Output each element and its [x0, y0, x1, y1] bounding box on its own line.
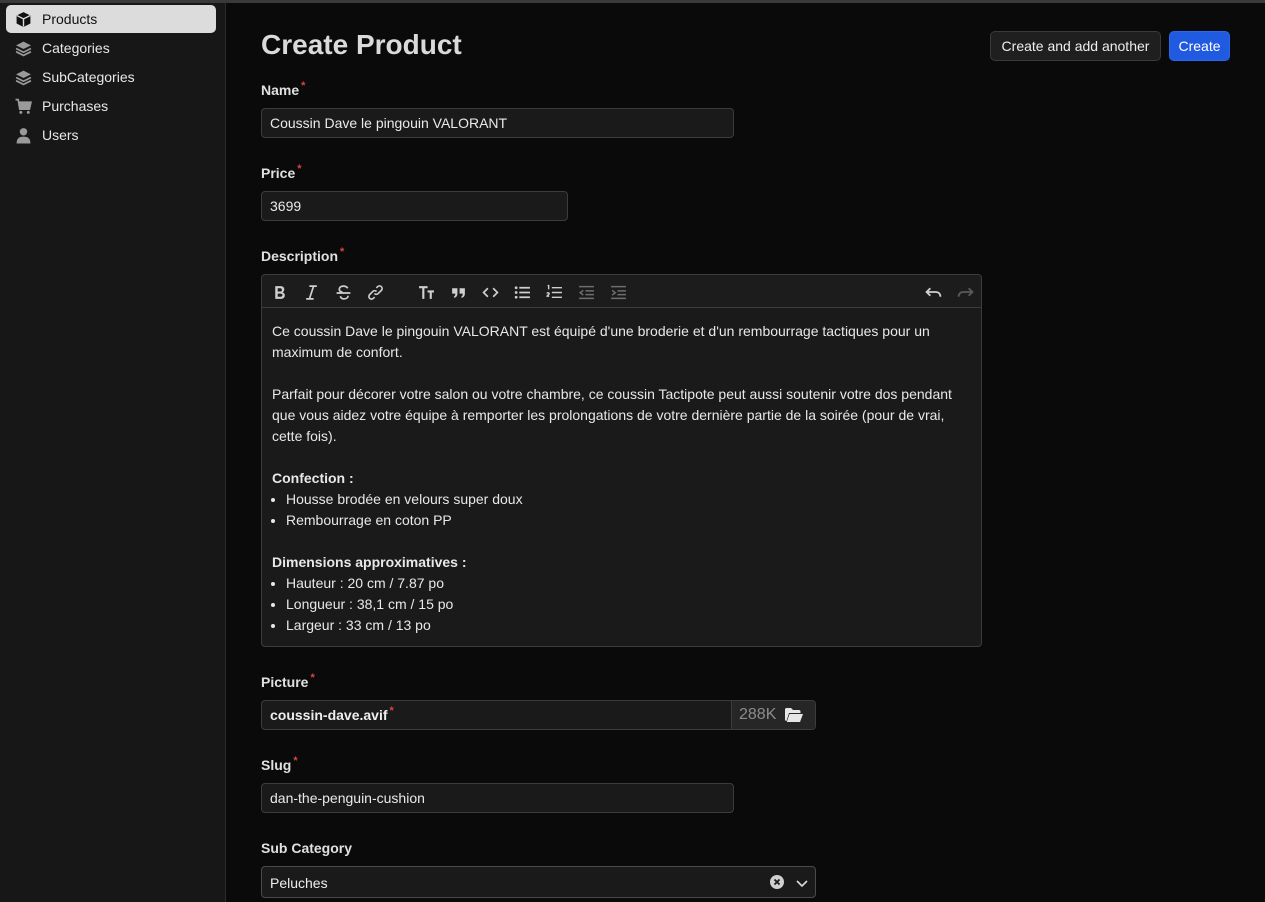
slug-input[interactable]: dan-the-penguin-cushion	[261, 783, 734, 813]
create-and-add-another-button[interactable]: Create and add another	[990, 31, 1161, 61]
name-input[interactable]: Coussin Dave le pingouin VALORANT	[261, 108, 734, 138]
create-button[interactable]: Create	[1169, 31, 1230, 61]
chevron-down-icon[interactable]	[794, 875, 810, 891]
sub-category-value: Peluches	[270, 875, 328, 891]
clear-selection-icon[interactable]	[769, 874, 785, 890]
italic-icon[interactable]	[301, 282, 321, 302]
list-item: Largeur : 33 cm / 13 po	[286, 615, 971, 636]
sidebar-item-label: SubCategories	[42, 69, 135, 85]
list-item: Rembourrage en coton PP	[286, 510, 971, 531]
sidebar-item-label: Categories	[42, 40, 110, 56]
picture-browse[interactable]: 288K	[731, 701, 815, 729]
dimensions-list: Hauteur : 20 cm / 7.87 po Longueur : 38,…	[272, 573, 971, 636]
required-marker: *	[297, 163, 302, 175]
sub-category-select[interactable]: Peluches	[261, 866, 816, 898]
list-item: Hauteur : 20 cm / 7.87 po	[286, 573, 971, 594]
folder-open-icon[interactable]	[784, 706, 804, 724]
description-paragraph: Ce coussin Dave le pingouin VALORANT est…	[272, 323, 930, 360]
sub-category-label: Sub Category	[261, 840, 353, 856]
sidebar-item-label: Products	[42, 11, 98, 27]
editor-toolbar	[262, 275, 981, 308]
quote-icon[interactable]	[448, 282, 468, 302]
description-editor: Ce coussin Dave le pingouin VALORANT est…	[261, 274, 982, 647]
outdent-icon[interactable]	[576, 282, 596, 302]
layers-icon	[14, 68, 32, 86]
confection-heading: Confection :	[272, 470, 354, 486]
redo-icon[interactable]	[955, 282, 975, 302]
cart-icon	[14, 97, 32, 115]
sidebar-item-purchases[interactable]: Purchases	[6, 92, 216, 120]
required-marker: *	[310, 672, 315, 684]
list-item: Housse brodée en velours super doux	[286, 489, 971, 510]
link-icon[interactable]	[365, 282, 385, 302]
editor-content[interactable]: Ce coussin Dave le pingouin VALORANT est…	[262, 308, 981, 649]
user-icon	[14, 126, 32, 144]
required-marker: *	[293, 755, 298, 767]
strikethrough-icon[interactable]	[333, 282, 353, 302]
picture-file-size: 288K	[739, 706, 777, 723]
slug-label: Slug *	[261, 755, 298, 773]
sidebar-item-users[interactable]: Users	[6, 121, 216, 149]
sidebar-item-subcategories[interactable]: SubCategories	[6, 63, 216, 91]
sidebar-item-label: Purchases	[42, 98, 109, 114]
numbered-list-icon[interactable]	[544, 282, 564, 302]
price-label: Price *	[261, 163, 302, 181]
picture-label: Picture *	[261, 672, 315, 690]
sidebar-item-products[interactable]: Products	[6, 5, 216, 33]
description-paragraph: Parfait pour décorer votre salon ou votr…	[272, 386, 952, 444]
heading-icon[interactable]	[416, 282, 436, 302]
bold-icon[interactable]	[269, 282, 289, 302]
name-label: Name *	[261, 80, 306, 98]
required-marker: *	[340, 246, 345, 258]
dimensions-heading: Dimensions approximatives :	[272, 554, 467, 570]
code-icon[interactable]	[480, 282, 500, 302]
picture-filename: coussin-dave.avif *	[270, 705, 394, 723]
required-marker: *	[389, 705, 394, 717]
cube-icon	[14, 10, 32, 28]
sidebar-item-categories[interactable]: Categories	[6, 34, 216, 62]
price-input[interactable]: 3699	[261, 191, 568, 221]
required-marker: *	[301, 80, 306, 92]
picture-file-input[interactable]: coussin-dave.avif * 288K	[261, 700, 816, 730]
layers-icon	[14, 39, 32, 57]
sidebar: Products Categories SubCategories Purcha…	[0, 3, 226, 902]
undo-icon[interactable]	[923, 282, 943, 302]
indent-icon[interactable]	[608, 282, 628, 302]
confection-list: Housse brodée en velours super doux Remb…	[272, 489, 971, 531]
page-title: Create Product	[261, 29, 462, 60]
bullet-list-icon[interactable]	[512, 282, 532, 302]
list-item: Longueur : 38,1 cm / 15 po	[286, 594, 971, 615]
description-label: Description *	[261, 246, 345, 264]
sidebar-item-label: Users	[42, 127, 79, 143]
